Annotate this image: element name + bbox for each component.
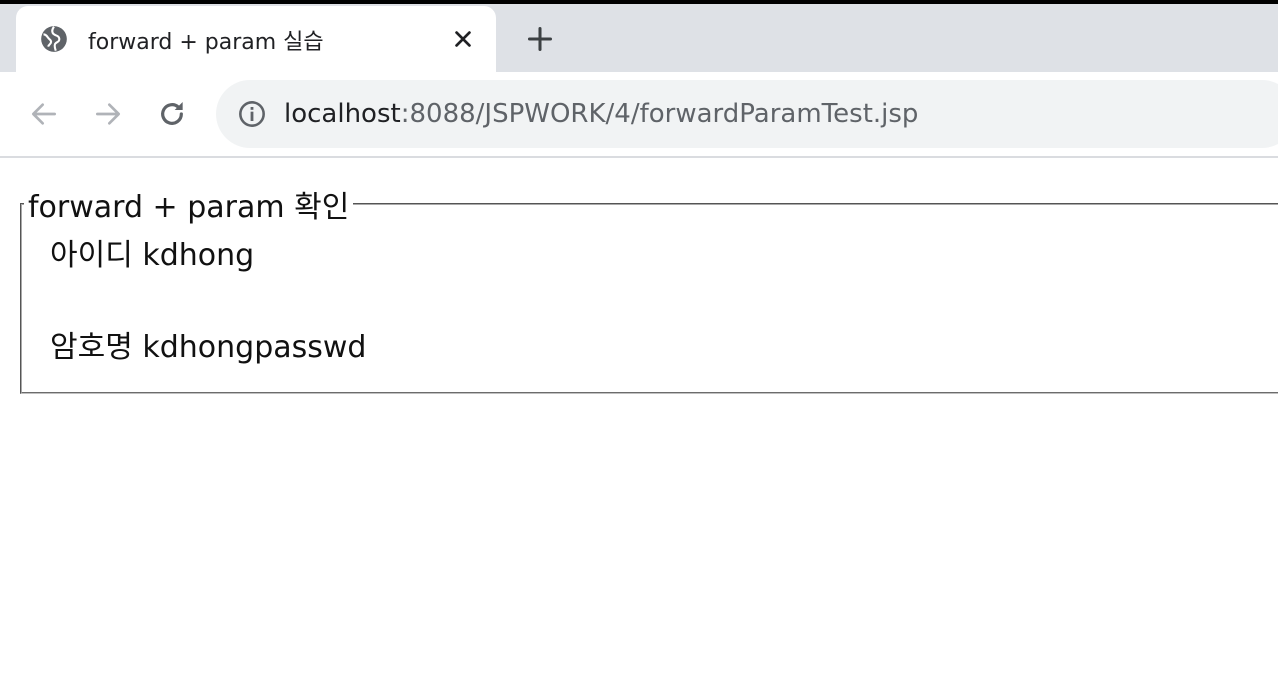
tab-title: forward + param 실습 [88,30,324,55]
close-icon[interactable] [452,28,474,50]
browser-tab[interactable]: forward + param 실습 [16,6,496,72]
back-arrow-icon[interactable] [28,98,60,130]
password-value: kdhongpasswd [142,330,367,365]
url-text[interactable]: localhost:8088/JSPWORK/4/forwardParamTes… [284,99,918,129]
tab-strip: forward + param 실습 [0,4,1278,72]
id-row: 아이디 kdhong [50,230,1278,274]
info-icon[interactable] [238,100,266,128]
fieldset-legend: forward + param 확인 [28,190,350,225]
globe-icon [41,26,67,52]
url-host: localhost [284,99,401,129]
url-path: :8088/JSPWORK/4/forwardParamTest.jsp [400,99,919,129]
id-label: 아이디 [50,238,133,273]
browser-toolbar: localhost:8088/JSPWORK/4/forwardParamTes… [0,72,1278,158]
address-bar[interactable]: localhost:8088/JSPWORK/4/forwardParamTes… [216,80,1278,148]
id-value: kdhong [142,238,255,273]
new-tab-plus-icon[interactable] [526,25,554,53]
password-label: 암호명 [50,330,133,365]
password-row: 암호명 kdhongpasswd [50,322,1278,366]
reload-icon[interactable] [156,98,188,130]
page-content: forward + param 확인 아이디 kdhong 암호명 kdhong… [0,158,1278,696]
param-fieldset: forward + param 확인 아이디 kdhong 암호명 kdhong… [20,182,1278,394]
forward-arrow-icon[interactable] [92,98,124,130]
